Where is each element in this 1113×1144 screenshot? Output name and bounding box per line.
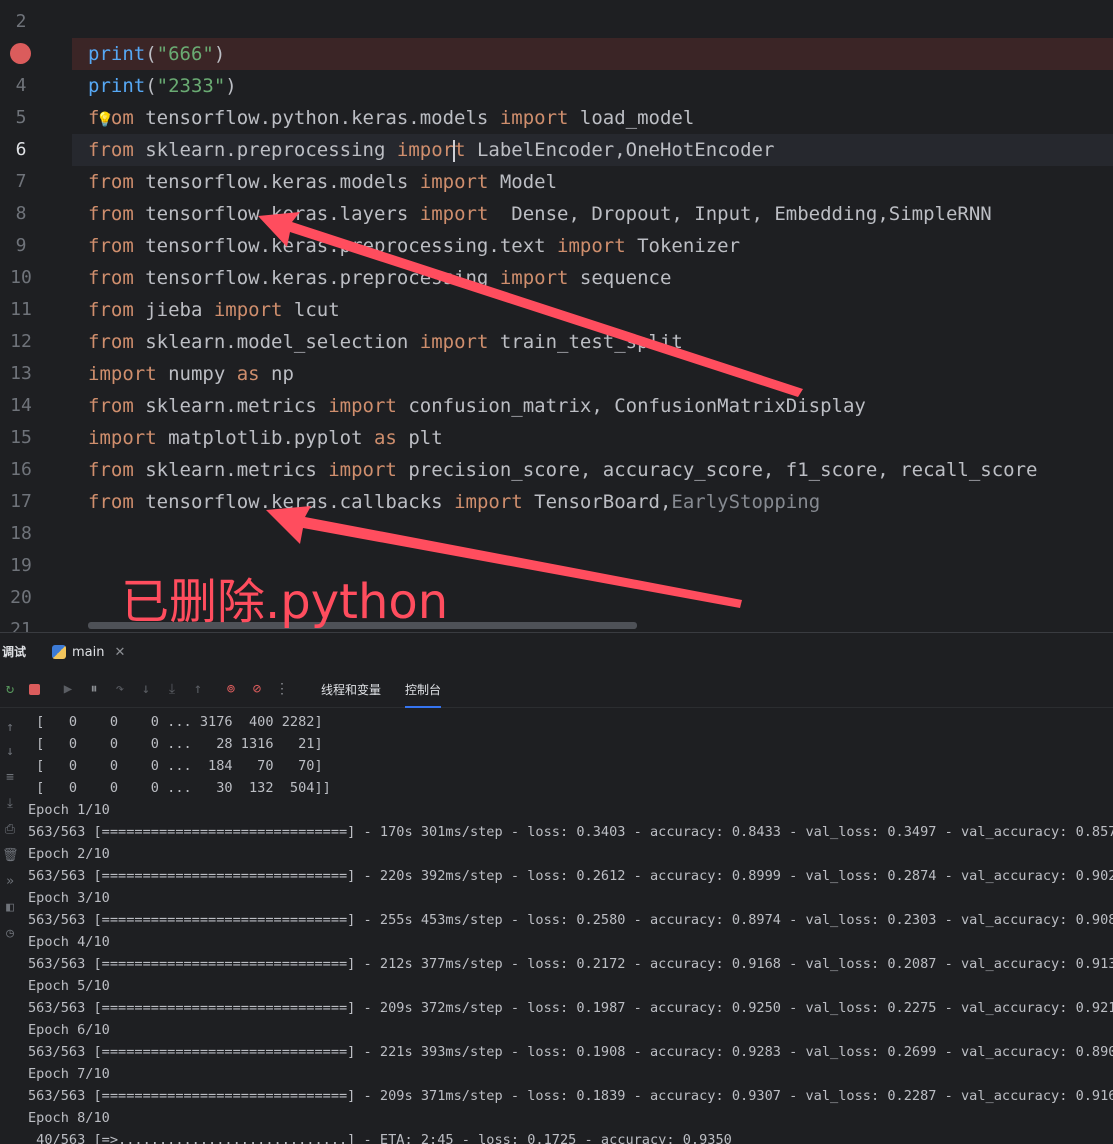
stop-icon[interactable] bbox=[29, 684, 40, 695]
mute-breakpoints-icon[interactable]: ⊘ bbox=[249, 681, 265, 697]
console-line: Epoch 3/10 bbox=[28, 890, 110, 906]
console-line: 563/563 [==============================]… bbox=[28, 1000, 1113, 1016]
console-line: [ 0 0 0 ... 3176 400 2282] bbox=[28, 714, 323, 730]
debug-tab-bar: 调试 main ✕ bbox=[0, 633, 1113, 671]
arrow-up-icon[interactable]: ↑ bbox=[2, 720, 18, 736]
view-breakpoints-icon[interactable]: ⊚ bbox=[223, 681, 239, 697]
panel-title: 调试 bbox=[2, 645, 27, 659]
run-config-tab[interactable]: main ✕ bbox=[52, 640, 125, 664]
console-side-toolbar: ↑ ↓ ≡ ⤓ ⎙ 🗑 » ◧ ◷ bbox=[0, 708, 20, 1144]
scroll-to-end-icon[interactable]: ⤓ bbox=[2, 796, 18, 812]
tab-threads-variables[interactable]: 线程和变量 bbox=[321, 681, 381, 698]
console-line: [ 0 0 0 ... 30 132 504]] bbox=[28, 780, 331, 796]
console-line: Epoch 4/10 bbox=[28, 934, 110, 950]
soft-wrap-icon[interactable]: ≡ bbox=[2, 770, 18, 786]
console-line: 563/563 [==============================]… bbox=[28, 824, 1113, 840]
debug-toolbar: ↻ ▶ ⏸ ↷ ↓ ⤓ ↑ ⊚ ⊘ ⋮ 线程和变量 控制台 bbox=[0, 671, 1113, 708]
console-line: 563/563 [==============================]… bbox=[28, 1088, 1113, 1104]
console-line: Epoch 1/10 bbox=[28, 802, 110, 818]
console-line: Epoch 2/10 bbox=[28, 846, 110, 862]
console-line: [ 0 0 0 ... 28 1316 21] bbox=[28, 736, 323, 752]
rerun-icon[interactable]: ↻ bbox=[2, 681, 18, 697]
tab-console[interactable]: 控制台 bbox=[405, 681, 442, 708]
console-line: 40/563 [=>............................] … bbox=[28, 1132, 732, 1144]
step-into-my-code-icon[interactable]: ⤓ bbox=[164, 681, 180, 697]
run-config-label: main bbox=[72, 644, 105, 660]
console-line: 563/563 [==============================]… bbox=[28, 912, 1113, 928]
step-out-icon[interactable]: ↑ bbox=[190, 681, 206, 697]
arrow-down-icon[interactable]: ↓ bbox=[2, 744, 18, 760]
console-line: 563/563 [==============================]… bbox=[28, 1044, 1113, 1060]
close-icon[interactable]: ✕ bbox=[114, 645, 125, 660]
console-line: Epoch 7/10 bbox=[28, 1066, 110, 1082]
annotation-text: 已删除.python bbox=[121, 574, 449, 630]
step-over-icon[interactable]: ↷ bbox=[112, 681, 128, 697]
console-line: [ 0 0 0 ... 184 70 70] bbox=[28, 758, 323, 774]
console-line: 563/563 [==============================]… bbox=[28, 956, 1113, 972]
pause-icon[interactable]: ⏸ bbox=[86, 681, 102, 697]
step-into-icon[interactable]: ↓ bbox=[138, 681, 154, 697]
console-output[interactable]: [ 0 0 0 ... 3176 400 2282] [ 0 0 0 ... 2… bbox=[28, 711, 1113, 1144]
expand-icon[interactable]: » bbox=[2, 874, 18, 890]
console-line: Epoch 5/10 bbox=[28, 978, 110, 994]
print-icon[interactable]: ⎙ bbox=[2, 822, 18, 838]
console-line: Epoch 8/10 bbox=[28, 1110, 110, 1126]
more-options-icon[interactable]: ⋮ bbox=[274, 681, 290, 697]
debug-panel: 调试 main ✕ ↻ ▶ ⏸ ↷ ↓ ⤓ ↑ ⊚ ⊘ ⋮ 线程和变量 控制台 … bbox=[0, 632, 1113, 1144]
python-console-icon[interactable]: ◧ bbox=[2, 900, 18, 916]
annotation-overlay bbox=[258, 212, 803, 608]
python-icon bbox=[52, 645, 66, 659]
resume-icon[interactable]: ▶ bbox=[60, 681, 76, 697]
clock-icon[interactable]: ◷ bbox=[2, 926, 18, 942]
code-editor[interactable]: 2 4 5 6 7 8 9 10 11 12 13 14 15 16 17 18… bbox=[0, 0, 1113, 632]
trash-icon[interactable]: 🗑 bbox=[2, 848, 19, 864]
console-line: Epoch 6/10 bbox=[28, 1022, 110, 1038]
annotation-arrow-upper bbox=[258, 212, 803, 397]
console-line: 563/563 [==============================]… bbox=[28, 868, 1113, 884]
